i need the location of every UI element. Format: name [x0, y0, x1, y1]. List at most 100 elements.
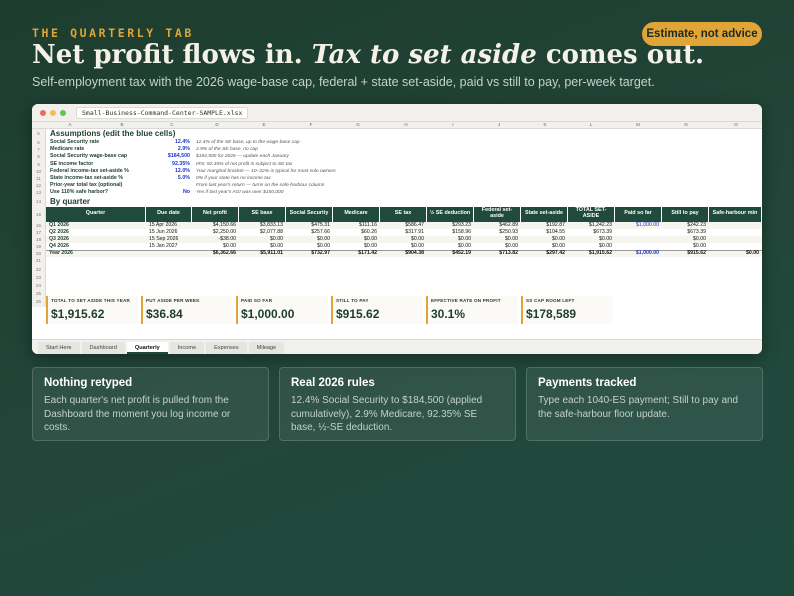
- sheet-tab-quarterly[interactable]: Quarterly: [126, 342, 168, 354]
- table-cell: $250.93: [499, 228, 518, 235]
- column-header[interactable]: Safe-harbour min: [709, 206, 762, 222]
- column-header[interactable]: Medicare: [333, 206, 380, 222]
- row-number: 26: [32, 298, 46, 307]
- column-letter[interactable]: L: [568, 122, 614, 127]
- sheet-tab-income[interactable]: Income: [169, 342, 205, 354]
- table-cell: 15 Apr 2026: [149, 221, 177, 228]
- row-number: 20: [32, 250, 46, 258]
- column-header[interactable]: SE base: [239, 206, 286, 222]
- column-letter[interactable]: K: [522, 122, 568, 127]
- maximize-window-icon[interactable]: [60, 109, 66, 116]
- row-number: 13: [32, 189, 46, 197]
- column-letter[interactable]: M: [614, 122, 662, 127]
- table-cell: Q2 2026: [49, 228, 69, 235]
- section-title: Assumptions (edit the blue cells): [50, 129, 176, 138]
- column-letter[interactable]: F: [288, 122, 334, 127]
- assumption-input[interactable]: 5.0%: [150, 175, 190, 182]
- table-cell: $0.00: [317, 235, 330, 242]
- sheet-tab-dashboard[interactable]: Dashboard: [81, 342, 125, 354]
- assumption-label: SE income factor: [50, 160, 94, 167]
- table-cell: $242.23: [687, 221, 706, 228]
- column-header[interactable]: Federal set-aside: [474, 206, 521, 222]
- sheet-tab-expenses[interactable]: Expenses: [206, 342, 247, 354]
- column-letter[interactable]: A: [46, 122, 94, 127]
- table-cell: $586.47: [405, 221, 424, 228]
- column-header[interactable]: Still to pay: [662, 206, 709, 222]
- table-cell: $1,915.62: [588, 250, 612, 257]
- close-window-icon[interactable]: [40, 109, 46, 116]
- assumption-input[interactable]: 2.9%: [150, 146, 190, 153]
- column-header[interactable]: Due date: [146, 206, 192, 222]
- row-number: 15: [32, 206, 46, 222]
- spreadsheet-grid[interactable]: ABCDEFGHIJKLMNO 5 Assumptions (edit the …: [32, 122, 762, 307]
- column-letter[interactable]: N: [662, 122, 710, 127]
- kpi-value: $178,589: [526, 307, 577, 321]
- table-cell: $6,362.66: [212, 250, 236, 257]
- column-letter[interactable]: I: [430, 122, 476, 127]
- column-letter[interactable]: D: [194, 122, 240, 127]
- row-number: 5: [32, 129, 46, 139]
- kpi-label: PAID SO FAR: [241, 298, 273, 303]
- table-cell: 15 Sep 2026: [149, 235, 179, 242]
- kpi-card: SS CAP ROOM LEFT $178,589: [521, 296, 613, 324]
- feature-card-payments: Payments tracked Type each 1040-ES payme…: [526, 367, 763, 441]
- kpi-value: $1,915.62: [51, 307, 105, 321]
- column-letter[interactable]: O: [710, 122, 762, 127]
- table-cell: Q1 2026: [49, 221, 69, 228]
- assumption-input[interactable]: No: [150, 189, 190, 196]
- table-cell[interactable]: $1,000.00: [615, 250, 662, 257]
- column-header[interactable]: Social Security: [286, 206, 333, 222]
- column-letter[interactable]: J: [476, 122, 522, 127]
- column-header[interactable]: ½ SE deduction: [427, 206, 474, 222]
- assumption-input[interactable]: 12.4%: [150, 139, 190, 146]
- kpi-label: SS CAP ROOM LEFT: [526, 298, 575, 303]
- section-by-quarter: 14 By quarter: [32, 196, 762, 207]
- sheet-tabs: Start Here Dashboard Quarterly Income Expens…: [32, 339, 762, 354]
- assumption-input[interactable]: $184,500: [150, 153, 190, 160]
- sheet-tab-mileage[interactable]: Mileage: [248, 342, 285, 354]
- table-cell: $0.00: [505, 243, 518, 250]
- table-row: 16 Q1 2026 15 Apr 2026 $4,150.66 $3,833.13 $4…: [32, 221, 762, 229]
- quarter-table-body: 16 Q1 2026 15 Apr 2026 $4,150.66 $3,833.13 $4…: [32, 221, 762, 258]
- table-cell: 15 Jan 2027: [149, 243, 178, 250]
- table-cell: $0.00: [552, 235, 565, 242]
- column-letter[interactable]: B: [94, 122, 150, 127]
- table-cell: $732.97: [311, 250, 330, 257]
- table-total-row: 20 Year 2026 $6,362.66 $5,911.01 $732.97 $171…: [32, 250, 762, 258]
- sheet-tab-start-here[interactable]: Start Here: [38, 342, 80, 354]
- column-header[interactable]: TOTAL SET-ASIDE: [568, 206, 615, 222]
- column-letter[interactable]: C: [150, 122, 194, 127]
- assumption-label: Federal income-tax set-aside %: [50, 167, 129, 174]
- assumption-row: 6 Social Security rate 12.4% 12.4% of the S…: [32, 139, 762, 147]
- row-number: 11: [32, 174, 46, 183]
- column-header[interactable]: Net profit: [192, 206, 239, 222]
- column-letter[interactable]: E: [240, 122, 288, 127]
- table-cell[interactable]: $1,000.00: [615, 222, 662, 229]
- column-header[interactable]: Quarter: [46, 206, 146, 222]
- row-number: 17: [32, 228, 46, 236]
- kpi-card: EFFECTIVE RATE ON PROFIT 30.1%: [426, 296, 518, 324]
- table-cell: $171.42: [358, 250, 377, 257]
- section-title: By quarter: [50, 196, 91, 206]
- table-cell: $475.31: [311, 221, 330, 228]
- kpi-card: PAID SO FAR $1,000.00: [236, 296, 328, 324]
- table-cell: $317.91: [405, 228, 424, 235]
- assumption-input[interactable]: 12.0%: [150, 168, 190, 175]
- column-letter[interactable]: H: [382, 122, 430, 127]
- column-header[interactable]: Paid so far: [615, 206, 662, 222]
- table-cell: $4,150.66: [212, 221, 236, 228]
- section-assumptions: 5 Assumptions (edit the blue cells): [32, 129, 762, 139]
- kpi-card: PUT ASIDE PER WEEK $36.84: [141, 296, 233, 324]
- assumption-input[interactable]: 92.35%: [150, 161, 190, 168]
- table-cell: $297.42: [546, 250, 565, 257]
- table-row: 17 Q2 2026 15 Jun 2026 $2,250.00 $2,077.88 $2…: [32, 228, 762, 236]
- table-cell: $1,242.23: [588, 221, 612, 228]
- assumption-label: Social Security wage-base cap: [50, 153, 128, 160]
- column-letter[interactable]: G: [334, 122, 382, 127]
- assumption-note: Your marginal bracket — 10–22% is typica…: [196, 168, 336, 174]
- assumption-note: 12.4% of the SE base, up to the wage-bas…: [196, 140, 300, 145]
- column-header[interactable]: State set-aside: [521, 206, 568, 222]
- column-header[interactable]: SE tax: [380, 206, 427, 222]
- kpi-value: $1,000.00: [241, 307, 295, 321]
- minimize-window-icon[interactable]: [50, 109, 56, 116]
